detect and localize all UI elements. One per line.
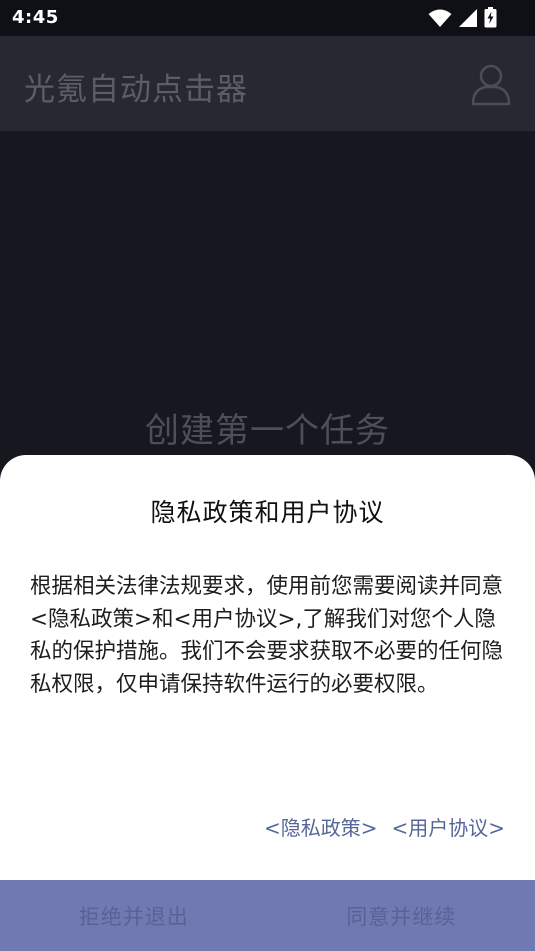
app-bar: 光氪自动点击器 [0, 36, 535, 131]
user-agreement-link[interactable]: <用户协议> [391, 812, 505, 841]
dialog-title: 隐私政策和用户协议 [150, 498, 385, 527]
agree-continue-button[interactable]: 同意并继续 [268, 880, 535, 951]
wifi-icon [428, 9, 452, 27]
app-title: 光氪自动点击器 [24, 72, 248, 108]
empty-state-title: 创建第一个任务 [145, 411, 390, 451]
status-bar: 4:45 [0, 0, 535, 36]
battery-charging-icon [484, 7, 497, 28]
status-icons [428, 7, 497, 28]
dialog-body: 根据相关法律法规要求，使用前您需要阅读并同意<隐私政策>和<用户协议>,了解我们… [30, 574, 504, 697]
dialog-button-bar: 拒绝并退出 同意并继续 [0, 880, 535, 951]
user-icon[interactable] [469, 62, 513, 106]
dialog-links: <隐私政策> <用户协议> [264, 812, 505, 841]
privacy-dialog: 隐私政策和用户协议 根据相关法律法规要求，使用前您需要阅读并同意<隐私政策>和<… [0, 455, 535, 951]
privacy-policy-link[interactable]: <隐私政策> [264, 812, 378, 841]
status-time: 4:45 [12, 7, 59, 28]
signal-icon [459, 8, 477, 27]
reject-exit-button[interactable]: 拒绝并退出 [0, 880, 268, 951]
